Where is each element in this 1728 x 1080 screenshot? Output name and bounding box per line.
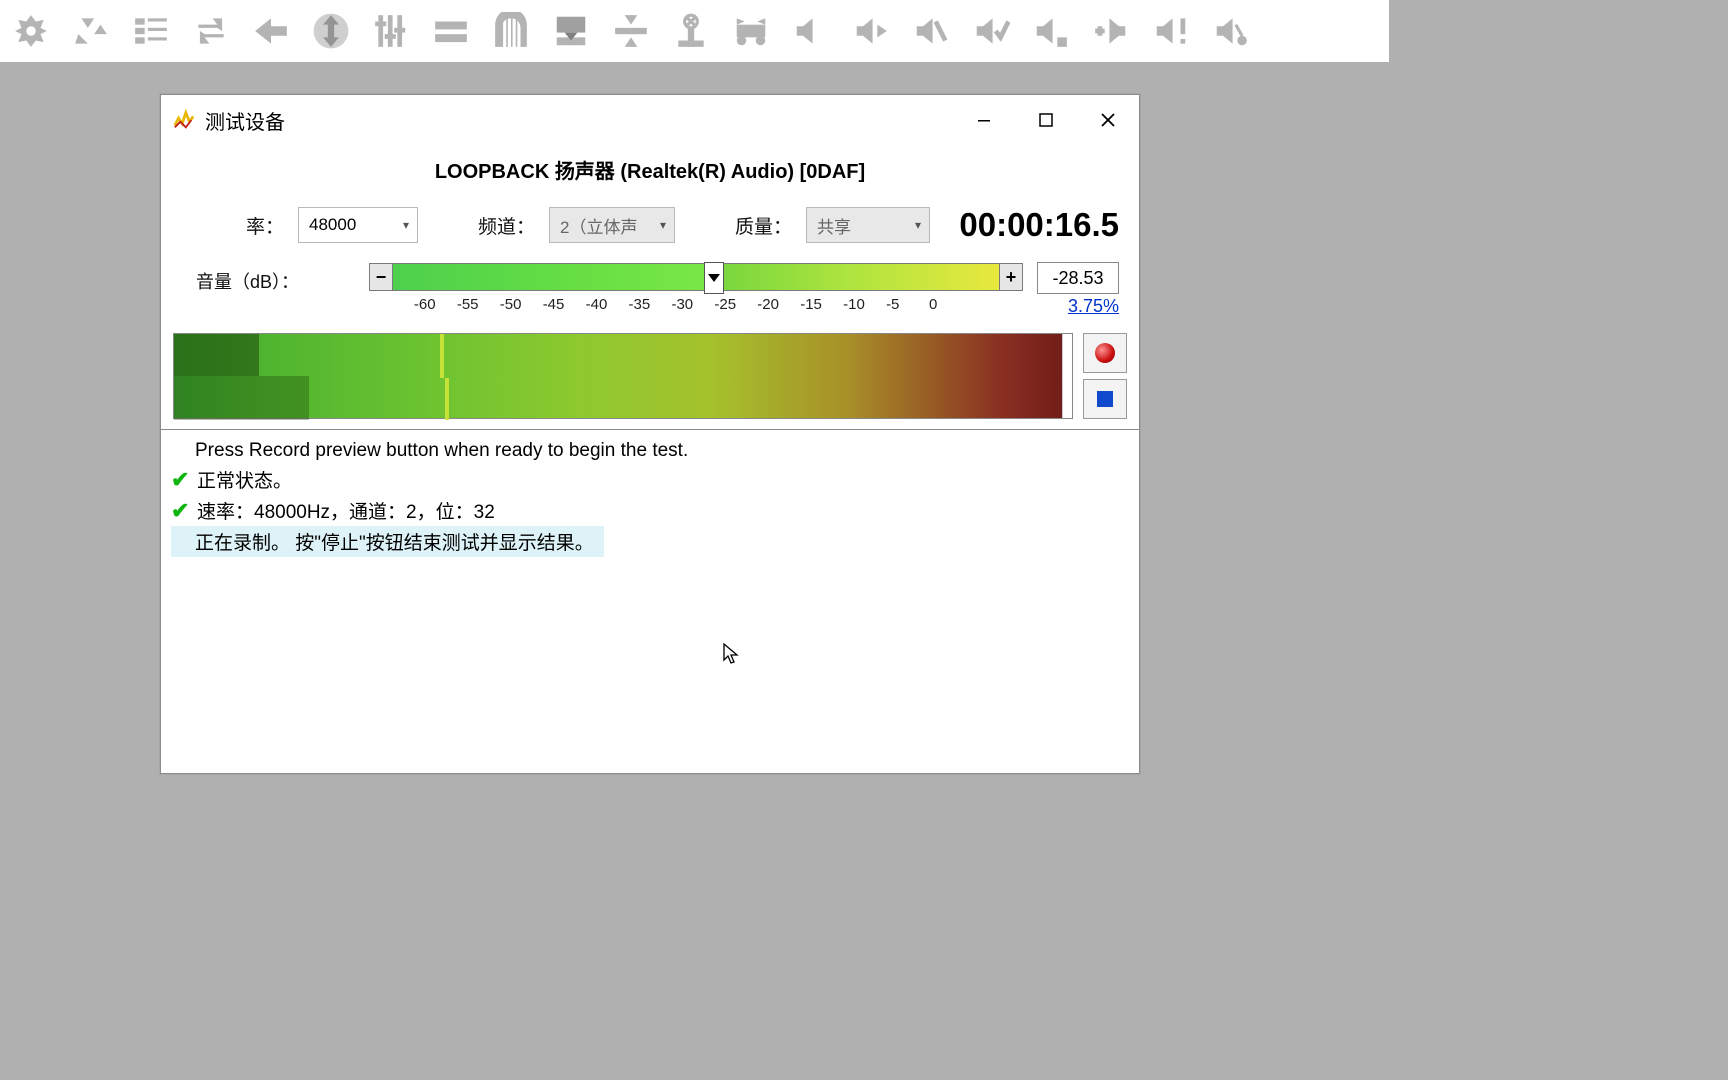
stop-icon	[1097, 391, 1113, 407]
expand-horizontal-icon[interactable]	[730, 10, 772, 52]
cycle-arrows-icon[interactable]	[190, 10, 232, 52]
check-icon: ✔	[171, 498, 193, 524]
channel-label: 频道：	[478, 212, 535, 239]
dialog-titlebar[interactable]: 测试设备	[161, 95, 1139, 145]
record-button[interactable]	[1083, 333, 1127, 373]
stop-button[interactable]	[1083, 379, 1127, 419]
chevron-down-icon: ▾	[403, 218, 409, 232]
list-indent-icon[interactable]	[130, 10, 172, 52]
db-value-box[interactable]: -28.53	[1037, 262, 1119, 294]
controls-row: 率： 48000 ▾ 频道： 2（立体声 ▾ 质量： 共享 ▾ 00:00:16…	[161, 202, 1139, 248]
volume-track[interactable]	[393, 263, 999, 291]
percent-link[interactable]: 3.75%	[1068, 296, 1119, 317]
log-recording: 正在录制。 按"停止"按钮结束测试并显示结果。	[171, 526, 604, 557]
volume-plus-button[interactable]: +	[999, 263, 1023, 291]
sliders-icon[interactable]	[370, 10, 412, 52]
speaker-right-icon[interactable]	[850, 10, 892, 52]
speaker-plus-left-icon[interactable]	[1090, 10, 1132, 52]
gear-icon[interactable]	[10, 10, 52, 52]
arch-icon[interactable]	[490, 10, 532, 52]
quality-label: 质量：	[735, 212, 792, 239]
channel-value: 2（立体声	[560, 213, 637, 238]
volume-minus-button[interactable]: −	[369, 263, 393, 291]
speaker-bar-icon[interactable]	[1030, 10, 1072, 52]
test-device-dialog: 测试设备 LOOPBACK 扬声器 (Realtek(R) Audio) [0D…	[160, 94, 1140, 774]
chevron-down-icon: ▾	[915, 218, 921, 232]
maximize-button[interactable]	[1015, 95, 1077, 145]
compress-box-icon[interactable]	[550, 10, 592, 52]
log-intro: Press Record preview button when ready t…	[171, 438, 1129, 464]
speaker-branch-icon[interactable]	[1210, 10, 1252, 52]
log-status-ok: ✔ 正常状态。	[171, 464, 1129, 495]
quality-value: 共享	[817, 213, 851, 238]
level-meter	[173, 333, 1073, 419]
main-toolbar	[0, 0, 1389, 62]
channel-select[interactable]: 2（立体声 ▾	[549, 207, 675, 243]
equals-icon[interactable]	[430, 10, 472, 52]
rate-select[interactable]: 48000 ▾	[298, 207, 418, 243]
quality-select[interactable]: 共享 ▾	[806, 207, 930, 243]
volume-thumb[interactable]	[704, 262, 724, 294]
log-rate-info: ✔ 速率：48000Hz，通道：2，位：32	[171, 495, 1129, 526]
log-area: Press Record preview button when ready t…	[161, 430, 1139, 773]
speaker-mute-icon[interactable]	[790, 10, 832, 52]
chevron-down-icon: ▾	[660, 218, 666, 232]
recycle-icon[interactable]	[70, 10, 112, 52]
speaker-slash-icon[interactable]	[910, 10, 952, 52]
speaker-exclaim-icon[interactable]	[1150, 10, 1192, 52]
volume-label: 音量（dB）：	[181, 262, 307, 294]
device-name-label: LOOPBACK 扬声器 (Realtek(R) Audio) [0DAF]	[161, 145, 1139, 202]
arrows-vertical-icon[interactable]	[310, 10, 352, 52]
rate-value: 48000	[309, 215, 356, 235]
level-meter-section	[173, 333, 1127, 419]
minimize-button[interactable]	[953, 95, 1015, 145]
volume-row: 音量（dB）： − + . -60 -55 -50 -45 -40 -35 -3…	[161, 248, 1139, 317]
rate-label: 率：	[246, 212, 284, 239]
close-button[interactable]	[1077, 95, 1139, 145]
arrow-left-icon[interactable]	[250, 10, 292, 52]
collapse-center-icon[interactable]	[610, 10, 652, 52]
cursor-icon	[723, 643, 741, 665]
dialog-title: 测试设备	[205, 106, 285, 135]
app-icon	[173, 109, 195, 131]
check-icon: ✔	[171, 467, 193, 493]
record-icon	[1095, 343, 1115, 363]
volume-scale: . -60 -55 -50 -45 -40 -35 -30 -25 -20 -1…	[369, 292, 975, 313]
speaker-check-icon[interactable]	[970, 10, 1012, 52]
crossed-circle-icon[interactable]	[670, 10, 712, 52]
volume-slider[interactable]: − +	[369, 262, 1023, 292]
recording-timer: 00:00:16.5	[959, 206, 1119, 244]
